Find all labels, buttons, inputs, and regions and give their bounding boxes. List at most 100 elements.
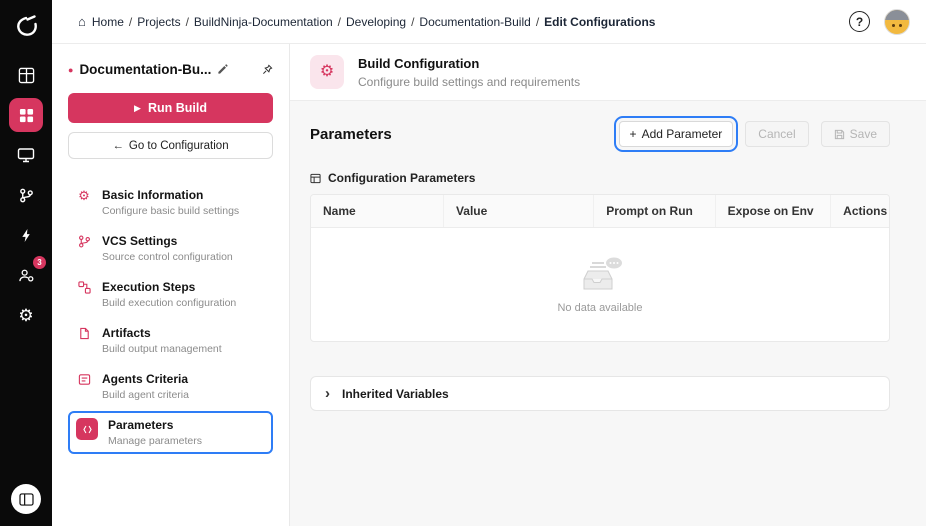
- sidebar-item-basic-information[interactable]: ⚙ Basic Information Configure basic buil…: [68, 181, 273, 224]
- menu-item-description: Build output management: [102, 343, 222, 355]
- column-header-expose: Expose on Env: [716, 195, 832, 227]
- empty-state-text: No data available: [557, 302, 643, 314]
- gear-icon: ⚙: [78, 188, 90, 203]
- add-parameter-button[interactable]: + Add Parameter: [613, 116, 739, 152]
- cancel-label: Cancel: [758, 127, 796, 141]
- breadcrumb-project[interactable]: BuildNinja-Documentation: [194, 15, 333, 29]
- empty-inbox-icon: [574, 255, 626, 297]
- app-window: 3 ⚙ ⌂ Home / Projects / BuildNinja-Docum…: [0, 0, 926, 526]
- empty-state: No data available: [311, 228, 889, 341]
- user-settings-icon: [18, 268, 35, 283]
- column-header-actions: Actions: [843, 204, 888, 218]
- sidebar-item-artifacts[interactable]: Artifacts Build output management: [68, 319, 273, 362]
- list-card-icon: [76, 373, 92, 386]
- menu-item-description: Configure basic build settings: [102, 205, 240, 217]
- column-header-prompt: Prompt on Run: [594, 195, 716, 227]
- top-bar: ⌂ Home / Projects / BuildNinja-Documenta…: [52, 0, 926, 44]
- breadcrumb-separator: /: [185, 14, 189, 29]
- pin-button[interactable]: [262, 64, 273, 75]
- menu-item-description: Build execution configuration: [102, 297, 237, 309]
- gear-icon: ⚙: [319, 63, 335, 80]
- menu-item-description: Manage parameters: [108, 435, 202, 447]
- chevron-right-icon: ›: [325, 385, 330, 402]
- sidebar-item-parameters[interactable]: Parameters Manage parameters: [68, 411, 273, 454]
- save-button[interactable]: Save: [820, 121, 890, 147]
- breadcrumb-subproject[interactable]: Developing: [346, 15, 406, 29]
- play-icon: ▶: [134, 102, 141, 113]
- column-header-name: Name: [311, 195, 444, 227]
- run-build-button[interactable]: ▶ Run Build: [68, 93, 273, 123]
- build-config-icon-box: ⚙: [310, 55, 344, 89]
- home-icon: ⌂: [78, 14, 86, 29]
- menu-item-description: Build agent criteria: [102, 389, 189, 401]
- collapse-sidebar-button[interactable]: [11, 484, 41, 514]
- git-branch-icon: [76, 235, 92, 248]
- plus-icon: +: [629, 127, 637, 141]
- breadcrumb-home[interactable]: Home: [92, 15, 124, 29]
- column-header-value: Value: [444, 195, 595, 227]
- run-build-label: Run Build: [147, 101, 207, 115]
- inherited-variables-label: Inherited Variables: [342, 386, 449, 401]
- breadcrumb-separator: /: [411, 14, 415, 29]
- app-rail: 3 ⚙: [0, 0, 52, 526]
- edit-title-button[interactable]: [217, 64, 229, 75]
- status-dot-icon: ●: [68, 64, 74, 75]
- rail-item-projects[interactable]: [9, 98, 43, 132]
- app-logo-icon: [9, 9, 43, 43]
- lightning-icon: [20, 228, 33, 243]
- file-icon: [76, 327, 92, 340]
- dashboard-icon: [18, 67, 35, 84]
- inherited-variables-toggle[interactable]: › Inherited Variables: [310, 376, 890, 411]
- add-parameter-label: Add Parameter: [641, 127, 723, 141]
- cancel-button[interactable]: Cancel: [745, 121, 809, 147]
- menu-item-label: Execution Steps: [102, 280, 196, 294]
- menu-item-description: Source control configuration: [102, 251, 233, 263]
- breadcrumb-separator: /: [337, 14, 342, 29]
- main-pane: ⚙ Build Configuration Configure build se…: [290, 44, 926, 526]
- breadcrumb: ⌂ Home / Projects / BuildNinja-Documenta…: [78, 14, 655, 29]
- sidebar-item-vcs-settings[interactable]: VCS Settings Source control configuratio…: [68, 227, 273, 270]
- sidebar-item-execution-steps[interactable]: Execution Steps Build execution configur…: [68, 273, 273, 316]
- rail-item-machines[interactable]: [9, 138, 43, 172]
- menu-item-label: Agents Criteria: [102, 372, 189, 386]
- page-title: Build Configuration: [358, 55, 480, 71]
- grid-icon: [19, 108, 34, 123]
- sidebar-item-agents-criteria[interactable]: Agents Criteria Build agent criteria: [68, 365, 273, 408]
- back-arrow-icon: ←: [112, 139, 124, 152]
- goto-configuration-label: Go to Configuration: [128, 139, 229, 152]
- menu-item-label: Parameters: [108, 418, 174, 432]
- parameters-icon: [76, 418, 98, 440]
- table-caption: Configuration Parameters: [328, 171, 476, 185]
- monitor-icon: [17, 147, 35, 163]
- rail-item-settings[interactable]: ⚙: [9, 298, 43, 332]
- breadcrumb-separator: /: [128, 14, 133, 29]
- user-avatar[interactable]: [884, 8, 910, 35]
- page-header: ⚙ Build Configuration Configure build se…: [290, 44, 926, 101]
- section-title: Parameters: [310, 125, 392, 143]
- goto-configuration-button[interactable]: ← Go to Configuration: [68, 132, 273, 159]
- breadcrumb-build[interactable]: Documentation-Build: [419, 15, 530, 29]
- question-mark-icon: ?: [855, 14, 864, 29]
- rail-item-triggers[interactable]: [9, 218, 43, 252]
- breadcrumb-current: Edit Configurations: [544, 14, 656, 29]
- panel-collapse-icon: [18, 492, 34, 506]
- settings-menu: ⚙ Basic Information Configure basic buil…: [68, 181, 273, 454]
- avatar-beanie: [885, 9, 909, 20]
- rail-item-users[interactable]: 3: [9, 256, 46, 292]
- save-label: Save: [849, 127, 877, 141]
- breadcrumb-projects[interactable]: Projects: [137, 15, 180, 29]
- build-sidebar: ● Documentation-Bu... ▶ Run Build ← Go t…: [52, 44, 290, 526]
- git-branch-icon: [19, 188, 34, 203]
- project-title: Documentation-Bu...: [79, 62, 212, 77]
- notification-badge: 3: [33, 256, 46, 269]
- table-icon: [310, 173, 321, 184]
- breadcrumb-separator: /: [535, 14, 540, 29]
- help-button[interactable]: ?: [849, 11, 870, 32]
- flow-steps-icon: [76, 281, 92, 294]
- page-subtitle: Configure build settings and requirement…: [358, 74, 581, 89]
- rail-item-dashboard[interactable]: [9, 58, 43, 92]
- gear-icon: ⚙: [18, 305, 34, 325]
- menu-item-label: Basic Information: [102, 188, 204, 202]
- rail-item-vcs[interactable]: [9, 178, 43, 212]
- menu-item-label: VCS Settings: [102, 234, 178, 248]
